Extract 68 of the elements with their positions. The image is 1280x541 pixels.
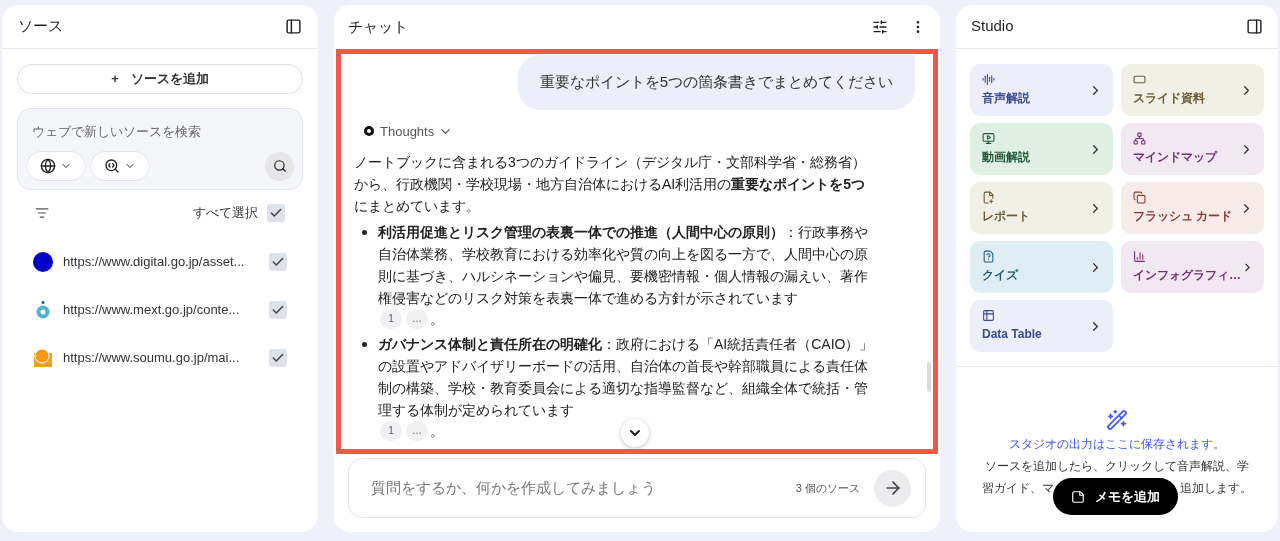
studio-tile[interactable]: 動画解説 [970,123,1113,175]
table-icon [982,309,995,322]
source-url[interactable]: https://www.soumu.go.jp/mai... [63,348,240,368]
citation-chip[interactable]: … [406,309,428,329]
answer-intro: ノートブックに含まれる3つのガイドライン（デジタル庁・文部科学省・総務省）から、行政機関・学校現場・地方自治体におけるAI利活用の重要なポイントを5つにまとめています。 [354,153,867,216]
rectangle-icon [1133,73,1146,86]
studio-tile[interactable]: レポート [970,182,1113,234]
thoughts-toggle[interactable]: Thoughts [380,121,454,141]
studio-tile[interactable]: スライド資料 [1121,64,1264,116]
checkbox[interactable] [269,301,287,319]
check-icon [271,255,285,269]
chat-input[interactable]: 質問をするか、何かを作成してみましょう [371,476,796,500]
video-screen-icon [982,132,995,145]
check-icon [271,303,285,317]
source-count: 3 個のソース [795,480,860,496]
note-icon [1071,489,1085,504]
user-message: 重要なポイントを5つの箇条書きでまとめてください [517,55,915,110]
site-logo-icon [33,348,53,368]
citation-chip[interactable]: 1 [380,309,402,329]
globe-icon [40,158,56,174]
search-icon [272,159,287,173]
punctuation: 。 [430,422,444,441]
checkbox[interactable] [267,204,285,222]
chat-input-box[interactable]: 質問をするか、何かを作成してみましょう 3 個のソース [348,458,926,518]
checkbox[interactable] [269,349,287,367]
empty-state-text: 追加します。 [1180,480,1252,497]
bullet-text: ガバナンス体制と責任所在の明確化：政府における「AI統括責任者（CAIO）」の設置やアドバイザリーボードの活用、自治体の首長や幹部職員による責任体制の構築、学校・教育委員会による適切な指導監督など、組織全体で統括・管理する体制が定められています [378,335,875,420]
studio-tile[interactable]: インフォグラフィ… [1121,241,1264,293]
node-tree-icon [1133,132,1146,145]
citation-chip[interactable]: … [406,421,428,441]
audio-lines-icon [982,73,995,86]
studio-tile[interactable]: クイズ [970,241,1113,293]
panel-title: チャット [348,16,408,37]
empty-state-title: スタジオの出力はここに保存されます。 [1009,436,1225,453]
panel-title: Studio [971,16,1014,37]
checkbox[interactable] [269,253,287,271]
studio-tile[interactable]: フラッシュ カード [1121,182,1264,234]
question-file-icon [982,250,995,263]
file-plus-icon [982,191,995,204]
add-note-button[interactable]: メモを追加 [1053,478,1178,515]
studio-tile[interactable]: Data Table [970,300,1113,352]
studio-tile[interactable]: マインドマップ [1121,123,1264,175]
search-field[interactable]: ウェブで新しいソースを検索 [26,122,294,142]
select-all-label: すべて選択 [193,204,258,223]
magic-wand-icon [1106,409,1128,431]
check-icon [269,206,283,220]
panel-toggle-icon[interactable] [1246,18,1263,35]
panel-title: ソース [18,16,63,37]
studio-tile[interactable]: 音声解説 [970,64,1113,116]
source-url[interactable]: https://www.mext.go.jp/conte... [63,300,240,320]
punctuation: 。 [430,310,444,329]
search-button[interactable] [265,151,294,181]
web-dropdown[interactable] [26,151,86,181]
bullet-text: 利活用促進とリスク管理の表裏一体での推進（人間中心の原則）：行政事務や自治体業務、学校教育における効率化や質の向上を図る一方で、人間中心の原則に基づき、ハルシネーションや偏見、要機密情報・個人情報の漏えい、著作権侵害などのリスク対策を表裏一体で進める方針が示されています [378,223,869,308]
scroll-down-button[interactable] [621,419,649,447]
panel-toggle-icon[interactable] [285,18,302,35]
citation-chip[interactable]: 1 [380,421,402,441]
send-button[interactable] [874,469,911,507]
scrollbar-thumb [927,362,931,392]
stacked-cards-icon [1133,191,1146,204]
empty-state-text: ソースを追加したら、クリックして音声解説、学 [985,458,1249,475]
sort-icon[interactable] [35,206,49,220]
bar-chart-icon [1133,250,1146,263]
check-icon [271,351,285,365]
source-url[interactable]: https://www.digital.go.jp/asset... [63,252,245,272]
empty-state-text: 習ガイド、マ [982,480,1054,497]
settings-icon[interactable] [872,19,888,35]
research-dropdown[interactable] [90,151,150,181]
